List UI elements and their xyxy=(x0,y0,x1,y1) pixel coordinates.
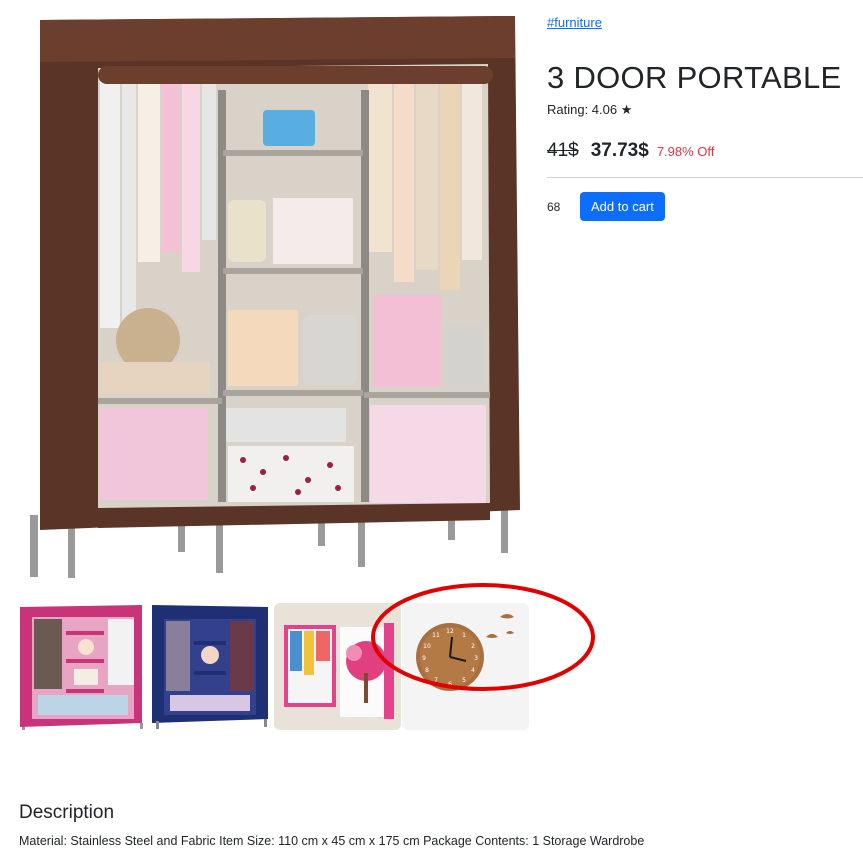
tree-wardrobe-image xyxy=(274,603,401,730)
thumbnail-navy-wardrobe[interactable] xyxy=(146,603,273,730)
thumbnail-wall-clock[interactable]: 12 1 2 3 45 6 78 9 10 11 xyxy=(402,603,529,730)
product-title: 3 DOOR PORTABLE xyxy=(547,60,842,95)
thumbnail-tree-wardrobe[interactable] xyxy=(274,603,401,730)
description-heading: Description xyxy=(19,802,115,823)
svg-text:6: 6 xyxy=(448,681,452,688)
cart-row: 68 Add to cart xyxy=(547,192,863,221)
navy-wardrobe-image xyxy=(146,603,273,730)
svg-text:4: 4 xyxy=(471,667,475,674)
wall-clock-image: 12 12 3 45 6 78 9 1011 xyxy=(402,603,529,730)
quantity-value: 68 xyxy=(547,199,561,214)
main-product-image xyxy=(18,10,528,588)
product-rating: Rating: 4.06 ★ xyxy=(547,102,633,117)
thumbnail-pink-wardrobe[interactable] xyxy=(18,603,145,730)
svg-text:3: 3 xyxy=(474,655,478,662)
category-link[interactable]: #furniture xyxy=(547,15,602,30)
svg-text:1: 1 xyxy=(462,632,466,639)
svg-text:8: 8 xyxy=(425,667,429,674)
svg-text:10: 10 xyxy=(423,643,431,650)
add-to-cart-button[interactable]: Add to cart xyxy=(580,192,665,221)
discount-badge: 7.98% Off xyxy=(656,144,715,159)
svg-text:12: 12 xyxy=(446,628,454,635)
svg-text:11: 11 xyxy=(432,632,440,639)
svg-text:5: 5 xyxy=(462,677,466,684)
svg-text:2: 2 xyxy=(471,643,475,650)
product-info: #furniture 3 DOOR PORTABLE Rating: 4.06 … xyxy=(547,14,863,221)
divider xyxy=(547,177,863,178)
new-price: 37.73$ xyxy=(590,140,649,161)
old-price: 41$ xyxy=(547,140,579,161)
pink-wardrobe-image xyxy=(18,603,145,730)
wardrobe-image xyxy=(30,16,520,578)
price-row: 41$ 37.73$ 7.98% Off xyxy=(547,140,863,162)
svg-text:7: 7 xyxy=(434,677,438,684)
description-text: Material: Stainless Steel and Fabric Ite… xyxy=(19,834,645,848)
svg-text:9: 9 xyxy=(422,655,426,662)
